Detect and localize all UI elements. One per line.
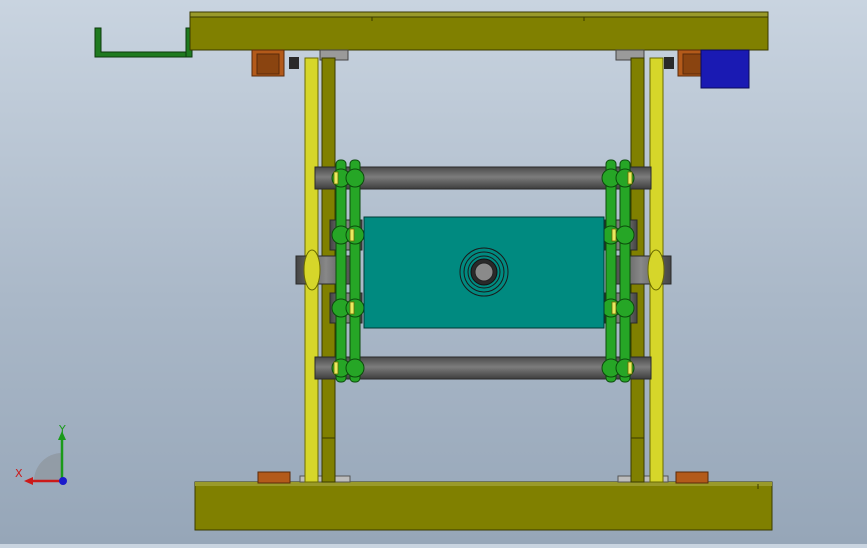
bottom-plate: [194, 481, 773, 531]
handle-bracket: [94, 27, 189, 58]
scissor-lift-drawing: [94, 11, 773, 531]
bottom-left-bearing-block: [257, 471, 291, 484]
lower-shaft: [314, 356, 652, 380]
bottom-right-bearing-block: [675, 471, 709, 484]
top-plate: [189, 14, 769, 51]
top-right-bearing-nut: [664, 57, 674, 69]
cad-viewport[interactable]: Y X: [0, 0, 867, 544]
triad-quarter-arc: [34, 453, 62, 481]
view-orientation-triad[interactable]: Y X: [14, 423, 74, 486]
triad-y-label: Y: [59, 423, 66, 436]
upper-shaft: [314, 166, 652, 190]
top-left-bearing-nut: [289, 57, 299, 69]
triad-origin: [59, 477, 67, 485]
top-plate-edge: [189, 11, 769, 18]
motor-block: [700, 49, 750, 89]
triad-x-label: X: [15, 467, 23, 480]
